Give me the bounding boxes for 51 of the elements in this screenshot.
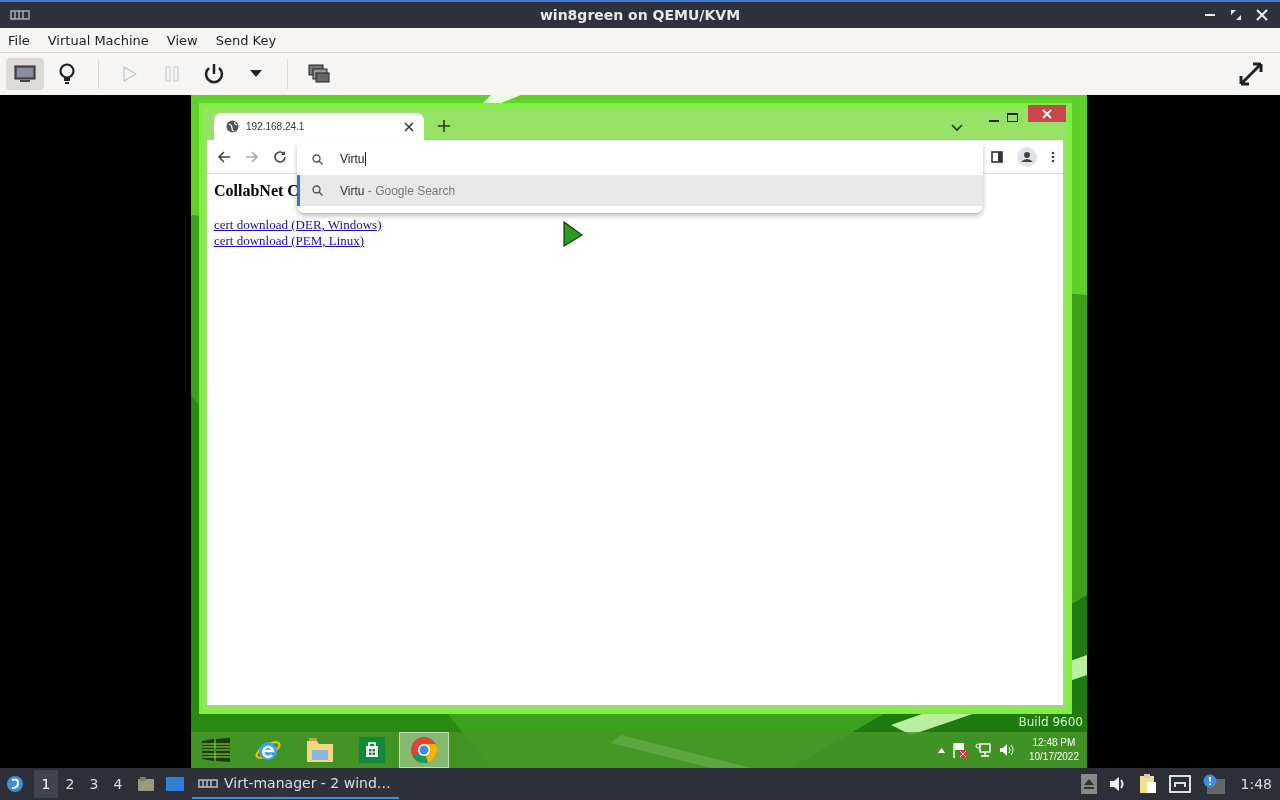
clock-date: 10/17/2022 xyxy=(1028,750,1079,764)
notification-icon[interactable] xyxy=(1202,774,1225,794)
tab-title: 192.168.24.1 xyxy=(246,121,306,132)
up-arrow-icon[interactable] xyxy=(937,747,945,753)
close-tab-icon[interactable] xyxy=(404,121,414,132)
clipboard-icon[interactable] xyxy=(1138,774,1157,794)
launcher-icon[interactable] xyxy=(6,775,24,793)
restore-icon[interactable] xyxy=(1230,9,1242,21)
clock[interactable]: 1:48 xyxy=(1240,776,1272,792)
workspace-button[interactable]: 4 xyxy=(106,770,130,798)
tab-search-icon[interactable] xyxy=(951,124,963,132)
maximize-icon[interactable] xyxy=(1007,113,1018,122)
close-icon xyxy=(1042,108,1052,119)
suggestion-item[interactable]: Virtu - Google Search xyxy=(297,175,983,206)
side-panel-icon[interactable] xyxy=(991,150,1003,163)
menu-icon[interactable] xyxy=(1051,150,1055,163)
clock[interactable]: 12:48 PM 10/17/2022 xyxy=(1028,736,1079,764)
mouse-pointer-icon xyxy=(563,221,583,247)
app-logo-icon xyxy=(10,10,30,20)
download-link[interactable]: cert download (PEM, Linux) xyxy=(214,233,365,249)
address-field[interactable]: Virtu xyxy=(340,152,367,166)
app-icon xyxy=(198,778,218,788)
workspace-button[interactable]: 3 xyxy=(82,770,106,798)
clock-time: 12:48 PM xyxy=(1032,736,1076,750)
search-icon xyxy=(312,185,323,196)
download-link[interactable]: cert download (DER, Windows) xyxy=(214,217,382,233)
file-manager-icon[interactable] xyxy=(138,777,154,791)
network-icon[interactable] xyxy=(1168,775,1191,793)
eject-icon[interactable] xyxy=(1080,774,1097,794)
browser-tab[interactable]: 192.168.24.1 xyxy=(214,113,424,140)
workspace-button[interactable]: 2 xyxy=(58,770,82,798)
profile-icon[interactable] xyxy=(1017,146,1037,167)
close-button[interactable] xyxy=(1028,105,1066,122)
window-title: win8green on QEMU/KVM xyxy=(539,7,741,23)
new-tab-icon[interactable] xyxy=(438,120,450,132)
workspace-button[interactable]: 1 xyxy=(34,770,58,798)
globe-icon xyxy=(226,120,239,133)
search-icon xyxy=(312,153,323,165)
wallpaper-text: Build 9600 xyxy=(1018,715,1083,729)
back-icon[interactable] xyxy=(217,149,231,164)
flag-icon[interactable] xyxy=(952,742,967,758)
menu-item[interactable]: View xyxy=(166,30,198,50)
menu-item[interactable]: Send Key xyxy=(215,30,277,50)
minimize-icon[interactable] xyxy=(989,120,999,123)
reload-icon[interactable] xyxy=(273,149,287,164)
menu-item[interactable]: Virtual Machine xyxy=(47,30,149,50)
chrome-logo-icon[interactable] xyxy=(399,732,449,768)
monitor-icon[interactable] xyxy=(6,58,44,90)
task-button[interactable]: Virt-manager - 2 wind… xyxy=(192,769,399,799)
close-icon[interactable] xyxy=(1256,9,1268,21)
menu-item[interactable]: File xyxy=(8,30,30,50)
